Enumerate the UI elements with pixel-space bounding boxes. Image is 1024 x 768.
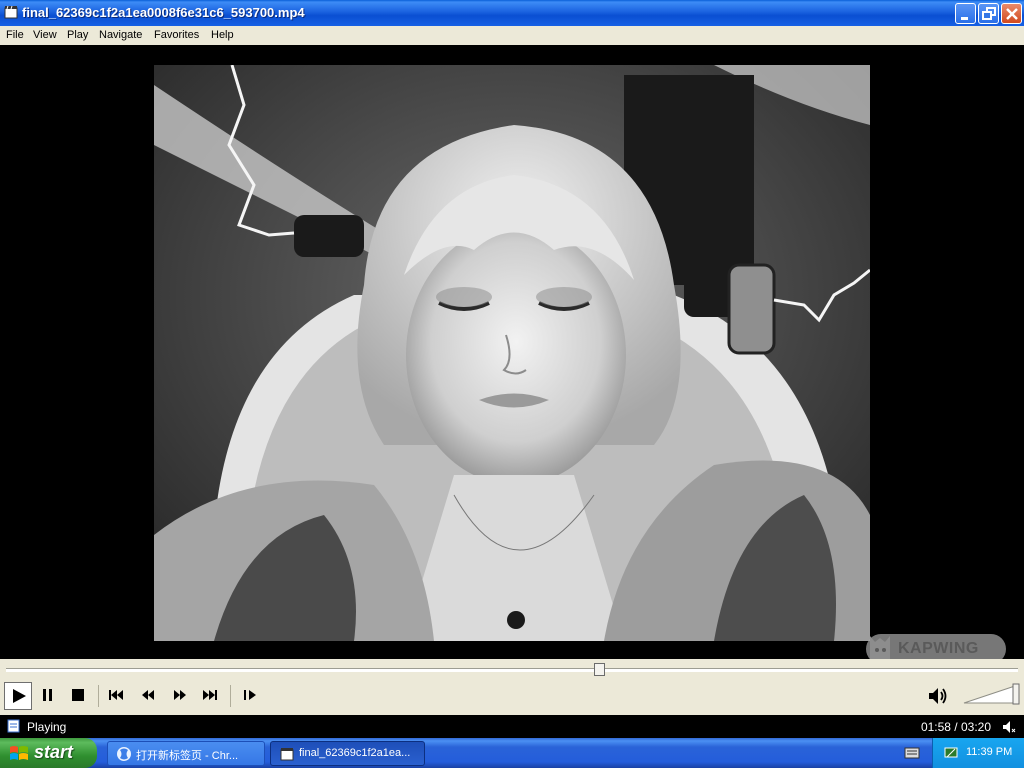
document-icon (7, 719, 20, 733)
stop-icon (72, 689, 84, 701)
taskbar-item-chrome[interactable]: 打开新标签页 - Chr... (107, 741, 265, 766)
menu-favorites[interactable]: Favorites (154, 29, 199, 41)
next-button[interactable] (196, 682, 224, 710)
video-area[interactable]: KAPWING (0, 45, 1024, 664)
fast-forward-button[interactable] (166, 682, 194, 710)
start-button[interactable]: start (0, 738, 97, 768)
clock: 11:39 PM (966, 746, 1013, 758)
close-button[interactable] (1001, 3, 1022, 24)
menu-view[interactable]: View (33, 29, 57, 41)
volume-icon (929, 688, 947, 704)
system-tray: 11:39 PM (932, 738, 1024, 768)
separator (230, 685, 231, 707)
keyboard-icon[interactable] (904, 746, 920, 760)
seek-thumb[interactable] (593, 663, 605, 676)
skip-back-icon (109, 690, 123, 700)
frame-step-button[interactable] (236, 682, 264, 710)
taskbar: start 打开新标签页 - Chr... final_62369c1f2a1e… (0, 738, 1024, 768)
browser-icon (117, 747, 131, 761)
menu-help[interactable]: Help (211, 29, 234, 41)
play-icon (13, 689, 26, 703)
media-player-window: final_62369c1f2a1ea0008f6e31c6_593700.mp… (0, 0, 1024, 738)
status-bar: Playing 01:58 / 03:20 (0, 715, 1024, 738)
volume-button[interactable] (924, 682, 952, 710)
seek-bar[interactable] (6, 668, 1018, 672)
window-title: final_62369c1f2a1ea0008f6e31c6_593700.mp… (22, 5, 305, 20)
restore-button[interactable] (978, 3, 999, 24)
pause-button[interactable] (34, 682, 62, 710)
volume-thumb[interactable] (1012, 683, 1020, 705)
minimize-button[interactable] (955, 3, 976, 24)
film-clip-icon (4, 5, 18, 19)
playback-status: Playing (27, 720, 67, 734)
menu-navigate[interactable]: Navigate (99, 29, 142, 41)
time-readout: 01:58 / 03:20 (920, 720, 991, 734)
separator (98, 685, 99, 707)
playback-controls (0, 659, 1024, 715)
network-icon[interactable] (943, 745, 959, 761)
restore-icon (982, 7, 996, 20)
step-frame-icon (244, 690, 256, 700)
play-button[interactable] (4, 682, 32, 710)
video-frame (154, 65, 870, 641)
video-frame-image (154, 65, 870, 641)
menu-play[interactable]: Play (67, 29, 88, 41)
stop-button[interactable] (64, 682, 92, 710)
title-bar[interactable]: final_62369c1f2a1ea0008f6e31c6_593700.mp… (0, 0, 1024, 26)
fast-forward-icon (174, 690, 186, 700)
pause-icon (43, 689, 52, 701)
menu-file[interactable]: File (6, 29, 24, 41)
volume-slider[interactable] (962, 683, 1020, 705)
taskbar-item-label: 打开新标签页 - Chr... (136, 750, 239, 762)
rewind-button[interactable] (134, 682, 162, 710)
windows-logo-icon (10, 746, 28, 760)
start-label: start (34, 742, 74, 762)
film-clip-icon (280, 748, 294, 761)
minimize-icon (961, 17, 968, 20)
menu-bar: File View Play Navigate Favorites Help (0, 26, 1024, 45)
skip-forward-icon (203, 690, 217, 700)
taskbar-item-media-player[interactable]: final_62369c1f2a1ea... (270, 741, 425, 766)
taskbar-item-label: final_62369c1f2a1ea... (299, 747, 411, 759)
mute-icon[interactable] (1002, 720, 1016, 734)
watermark-text: KAPWING (898, 640, 979, 657)
close-icon (1006, 8, 1018, 20)
rewind-icon (142, 690, 154, 700)
previous-button[interactable] (103, 682, 131, 710)
